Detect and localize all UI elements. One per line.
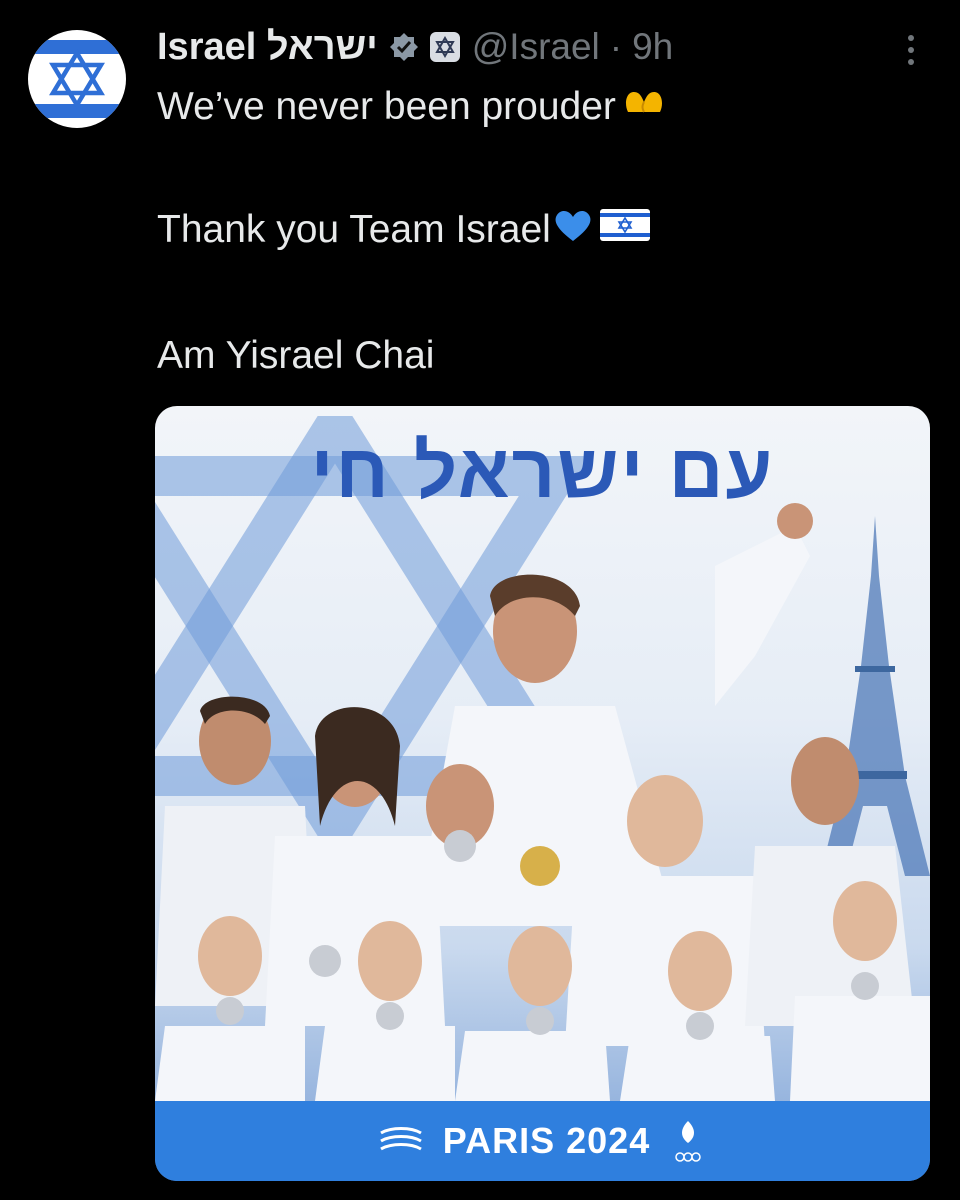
more-options-icon[interactable] xyxy=(896,30,926,70)
paris-2024-footer: PARIS 2024 xyxy=(155,1101,930,1181)
israel-flag-emoji xyxy=(599,207,651,253)
handle[interactable]: @Israel xyxy=(472,26,600,68)
post-text-line-2: Thank you Team Israel xyxy=(157,207,651,253)
post-header: Israel ישראל @Israel · 9h xyxy=(157,22,673,72)
display-name[interactable]: Israel ישראל xyxy=(157,26,378,69)
post-text-line-1: We’ve never been prouder xyxy=(157,82,666,132)
verified-badge-icon[interactable] xyxy=(388,31,420,63)
post-image[interactable]: עם ישראל חי PARIS 2024 xyxy=(155,406,930,1181)
paris-olympics-flame-logo-icon xyxy=(675,1121,701,1162)
star-of-david-icon xyxy=(49,49,105,109)
athletes-group-graphic xyxy=(155,503,930,1101)
timestamp[interactable]: 9h xyxy=(632,26,673,68)
post-text: We’ve never been prouder xyxy=(157,85,616,128)
separator: · xyxy=(609,26,623,67)
avatar[interactable] xyxy=(28,30,126,128)
post-text: Thank you Team Israel xyxy=(157,208,551,251)
government-badge-icon[interactable] xyxy=(429,32,460,62)
paris-2024-label: PARIS 2024 xyxy=(442,1120,651,1161)
israel-olympic-committee-logo-icon xyxy=(380,1127,422,1151)
post-text-line-3: Am Yisrael Chai xyxy=(157,334,434,378)
heart-hands-emoji xyxy=(622,82,666,132)
blue-heart-emoji xyxy=(553,207,593,253)
post-text: Am Yisrael Chai xyxy=(157,334,435,377)
